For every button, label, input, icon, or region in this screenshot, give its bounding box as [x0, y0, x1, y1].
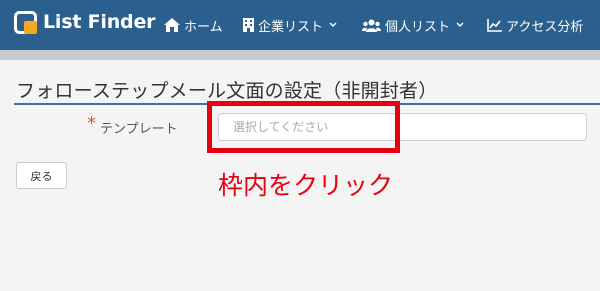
- navbar-bottom-strip: [0, 50, 600, 60]
- nav-item-companies-label: 企業リスト: [258, 19, 324, 35]
- top-navbar: List Finder ホーム 企業リスト 個人リスト アクセス分析: [0, 0, 600, 50]
- nav-item-people-label: 個人リスト: [385, 19, 451, 35]
- instruction-highlight-box: [207, 101, 400, 153]
- chevron-down-icon: [329, 22, 337, 27]
- list-finder-logo-icon[interactable]: [14, 11, 37, 34]
- users-icon: [362, 19, 381, 32]
- page-title: フォローステップメール文面の設定（非開封者）: [16, 80, 438, 102]
- nav-item-home-label: ホーム: [184, 19, 223, 35]
- back-button[interactable]: 戻る: [16, 162, 67, 189]
- template-field-label: テンプレート: [100, 122, 178, 137]
- nav-item-home[interactable]: ホーム: [164, 15, 223, 35]
- home-icon: [164, 18, 180, 32]
- required-mark: *: [87, 113, 96, 134]
- instruction-annotation: 枠内をクリック: [218, 171, 394, 200]
- nav-item-people[interactable]: 個人リスト: [362, 15, 464, 35]
- chart-icon: [487, 18, 502, 32]
- building-icon: [243, 18, 254, 32]
- nav-item-companies[interactable]: 企業リスト: [243, 15, 337, 35]
- nav-item-access-analysis-label: アクセス分析: [506, 19, 584, 35]
- nav-item-access-analysis[interactable]: アクセス分析: [487, 15, 583, 35]
- app-logo-text[interactable]: List Finder: [43, 11, 156, 33]
- chevron-down-icon: [456, 22, 464, 27]
